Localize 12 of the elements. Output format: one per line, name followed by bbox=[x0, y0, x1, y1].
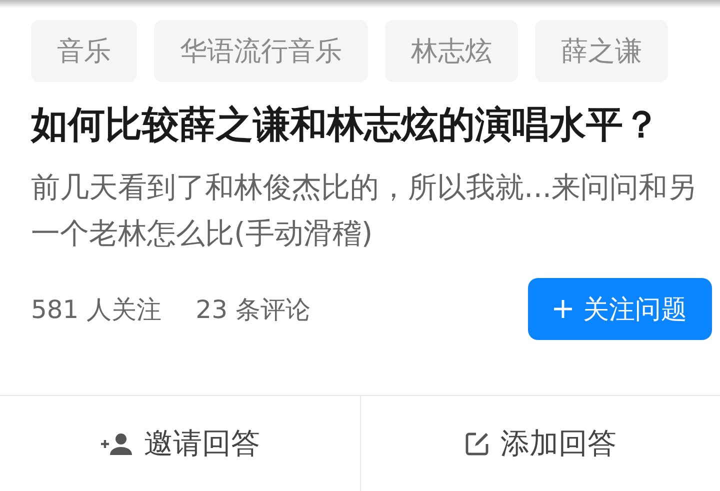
add-person-icon bbox=[100, 432, 134, 456]
topic-tag[interactable]: 音乐 bbox=[31, 20, 137, 82]
topic-tag[interactable]: 薛之谦 bbox=[535, 20, 668, 82]
topic-tag[interactable]: 林志炫 bbox=[385, 20, 518, 82]
question-description: 前几天看到了和林俊杰比的，所以我就...来问问和另一个老林怎么比(手动滑稽) bbox=[31, 169, 698, 252]
stat-text: 23 条评论 bbox=[196, 294, 310, 326]
edit-icon bbox=[464, 430, 490, 456]
plus-icon bbox=[553, 299, 573, 319]
follow-button[interactable]: 关注问题 bbox=[528, 278, 712, 340]
stat-text: 581 人关注 bbox=[31, 294, 162, 326]
question-title: 如何比较薛之谦和林志炫的演唱水平？ bbox=[31, 102, 661, 148]
topic-tag[interactable]: 华语流行音乐 bbox=[154, 20, 368, 82]
